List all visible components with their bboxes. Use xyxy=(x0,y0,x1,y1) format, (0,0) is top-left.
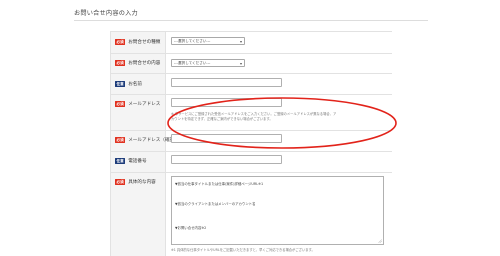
field-label-name: 任意 お名前 xyxy=(115,79,142,89)
row-divider xyxy=(110,130,392,131)
field-label-email: 必須 メールアドレス xyxy=(115,99,160,109)
details-textarea[interactable]: ▼該当の仕事タイトルまたは仕事(案件)詳細ページURL※1 ▼該当のクライアント… xyxy=(171,176,384,245)
field-label-email-confirm: 必須 メールアドレス（確認） xyxy=(115,135,179,145)
optional-badge: 任意 xyxy=(115,158,126,164)
details-help-text: ※1 具体的な仕事タイトルやURLをご記載いただきますと、早くご対応できる場合が… xyxy=(171,248,315,252)
email-confirm-input[interactable] xyxy=(171,134,282,143)
row-divider xyxy=(110,73,392,74)
required-badge: 必須 xyxy=(115,60,126,66)
inquiry-type-select[interactable]: ---選択してください--- ▾ xyxy=(171,37,245,45)
required-badge: 必須 xyxy=(115,39,126,45)
required-badge: 必須 xyxy=(115,137,126,143)
field-label-text: 電話番号 xyxy=(128,159,147,164)
select-value: ---選択してください--- xyxy=(174,60,211,65)
textarea-line: ▼該当の仕事タイトルまたは仕事(案件)詳細ページURL※1 xyxy=(175,182,264,186)
field-label-text: お名前 xyxy=(128,82,142,87)
section-title: お問い合せ内容の入力 xyxy=(74,10,138,17)
row-divider xyxy=(110,53,392,54)
field-label-text: お問合せの内容 xyxy=(128,61,161,66)
row-divider xyxy=(110,172,392,173)
field-label-phone: 任意 電話番号 xyxy=(115,156,147,166)
row-divider xyxy=(110,151,392,152)
email-help-line: カウントを特定できず、正確なご案内ができない場合がございます。 xyxy=(171,117,273,121)
select-value: ---選択してください--- xyxy=(174,38,211,43)
section-divider xyxy=(74,20,428,21)
email-input[interactable] xyxy=(171,98,282,107)
resize-handle-icon[interactable] xyxy=(378,239,382,243)
contact-form-page: お問い合せ内容の入力 必須 お問合せの種類 必須 お問合せの内容 任意 お名前 … xyxy=(0,0,500,256)
chevron-down-icon: ▾ xyxy=(239,61,242,66)
field-label-text: お問合せの種類 xyxy=(128,40,161,45)
chevron-down-icon: ▾ xyxy=(239,39,242,44)
field-label-details: 必須 具体的な内容 xyxy=(115,177,156,187)
optional-badge: 任意 xyxy=(115,81,126,87)
field-label-inquiry-content: 必須 お問合せの内容 xyxy=(115,58,160,68)
email-help-text: ※ 本サービスにご登録された受信メールアドレスをご入力ください。ご登録のメールア… xyxy=(171,112,336,122)
field-label-inquiry-type: 必須 お問合せの種類 xyxy=(115,37,160,47)
textarea-line: ▼お問い合せ内容※2 xyxy=(175,226,207,230)
textarea-line: ▼該当のクライアントまたはメンバーのアカウント名 xyxy=(175,202,256,206)
row-divider xyxy=(110,94,392,95)
required-badge: 必須 xyxy=(115,101,126,107)
field-label-text: メールアドレス xyxy=(128,102,161,107)
required-badge: 必須 xyxy=(115,179,126,185)
field-label-text: 具体的な内容 xyxy=(128,180,156,185)
inquiry-content-select[interactable]: ---選択してください--- ▾ xyxy=(171,59,245,67)
name-input[interactable] xyxy=(171,78,282,87)
phone-input[interactable] xyxy=(171,155,282,164)
